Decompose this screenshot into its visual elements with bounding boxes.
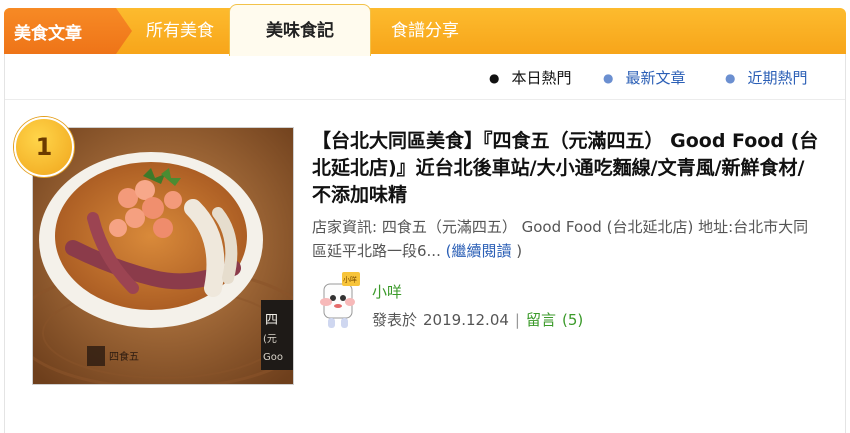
read-more-link[interactable]: 繼續閱讀 xyxy=(452,242,512,260)
avatar-tag-text: 小咩 xyxy=(343,275,357,284)
tab-food-articles-label: 美食文章 xyxy=(14,23,82,44)
tab-food-articles[interactable]: 美食文章 xyxy=(4,8,132,54)
subnav-recent-hot[interactable]: ● 近期熱門 xyxy=(725,67,808,88)
bullet-icon: ● xyxy=(603,70,614,85)
author-name[interactable]: 小咩 xyxy=(372,281,402,302)
rank-badge: 1 xyxy=(14,117,74,177)
published-label: 發表於 xyxy=(372,311,418,329)
comments-count[interactable]: (5) xyxy=(562,311,583,329)
subnav-today-hot-label: 本日熱門 xyxy=(511,69,572,87)
bullet-icon: ● xyxy=(489,70,500,85)
subnav-latest[interactable]: ● 最新文章 xyxy=(603,67,686,88)
article-meta: 發表於 2019.12.04 | 留言 (5) xyxy=(372,309,583,330)
read-more-close: ) xyxy=(511,242,523,260)
meta-separator: | xyxy=(514,310,520,329)
article-summary: 店家資訊: 四食五（元滿四五） Good Food (台北延北店) 地址:台北市… xyxy=(312,215,822,263)
subnav-recent-hot-label: 近期熱門 xyxy=(747,69,808,87)
subnav-today-hot[interactable]: ● 本日熱門 xyxy=(489,67,572,88)
image-overlay-text: (元 xyxy=(263,334,277,345)
tab-food-diary[interactable]: 美味食記 xyxy=(229,4,371,56)
subnav-latest-label: 最新文章 xyxy=(625,69,686,87)
noodle-bowl-image: 四 (元 Goo 四食五 xyxy=(33,128,293,384)
comments-label[interactable]: 留言 xyxy=(526,309,556,330)
bullet-icon: ● xyxy=(725,70,736,85)
tab-recipe-share[interactable]: 食譜分享 xyxy=(378,8,472,54)
milk-mascot-icon: 小咩 xyxy=(320,272,360,328)
sub-navigation: ● 本日熱門 ● 最新文章 ● 近期熱門 xyxy=(5,54,845,100)
published-date: 2019.12.04 xyxy=(423,310,509,329)
summary-text: 店家資訊: 四食五（元滿四五） Good Food (台北延北店) 地址:台北市… xyxy=(312,218,809,260)
article-title[interactable]: 【台北大同區美食】『四食五（元滿四五） Good Food (台北延北店)』近台… xyxy=(312,128,822,209)
author-avatar[interactable]: 小咩 xyxy=(312,270,364,332)
image-overlay-text: 四 xyxy=(265,313,278,328)
tab-all-food[interactable]: 所有美食 xyxy=(134,8,226,54)
image-overlay-text: Goo xyxy=(263,352,283,363)
brand-mark-text: 四食五 xyxy=(109,350,139,363)
article-thumbnail[interactable]: 四 (元 Goo 四食五 xyxy=(32,127,294,385)
